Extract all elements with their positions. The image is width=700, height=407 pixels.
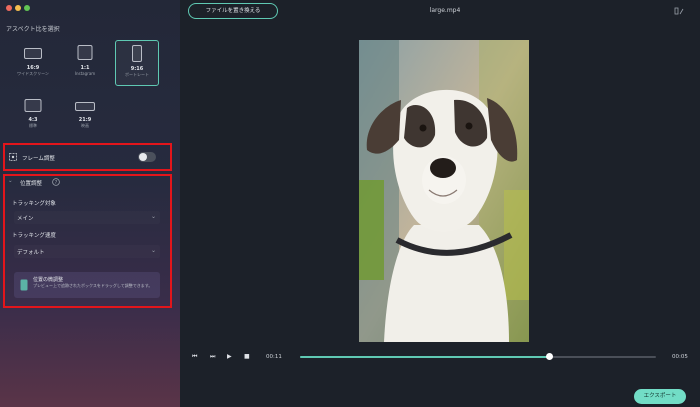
timeline-progress — [300, 356, 550, 358]
cinema-icon — [75, 102, 95, 111]
portrait-icon — [132, 45, 142, 62]
standard-icon — [24, 99, 42, 112]
aspect-option-16-9[interactable]: 16:9 ワイドスクリーン — [12, 40, 54, 84]
minimize-window-button[interactable] — [15, 5, 21, 11]
skip-back-button[interactable]: ⏮ — [192, 353, 197, 361]
chevron-down-icon: ⌄ — [150, 247, 156, 254]
aspect-ratio-title: アスペクト比を選択 — [6, 26, 60, 33]
export-button[interactable]: エクスポート — [634, 389, 686, 404]
tracking-speed-label: トラッキング速度 — [12, 233, 56, 239]
sidebar: アスペクト比を選択 16:9 ワイドスクリーン 1:1 Instagram 9:… — [0, 0, 180, 407]
aspect-caption: Instagram — [74, 71, 96, 76]
position-hint-box: 位置の微調整 プレビュー上で追跡されたボックスをドラッグして調整できます。 — [14, 272, 160, 298]
step-forward-button[interactable]: ⏭ — [210, 353, 215, 361]
aspect-option-1-1[interactable]: 1:1 Instagram — [64, 40, 106, 84]
aspect-caption: 標準 — [29, 123, 37, 128]
aspect-caption: ポートレート — [125, 72, 149, 77]
close-window-button[interactable] — [6, 5, 12, 11]
frame-adjust-label: フレーム調整 — [22, 156, 55, 162]
stop-button[interactable]: ■ — [244, 353, 250, 360]
zoom-window-button[interactable] — [24, 5, 30, 11]
svg-text:?: ? — [55, 180, 58, 186]
timeline-thumb[interactable] — [545, 353, 553, 360]
aspect-option-4-3[interactable]: 4:3 標準 — [12, 92, 54, 136]
aspect-caption: ワイドスクリーン — [17, 71, 49, 76]
help-icon[interactable]: ? — [52, 178, 60, 186]
hint-title: 位置の微調整 — [33, 277, 64, 283]
current-time: 00:11 — [266, 354, 282, 360]
phone-icon — [20, 279, 28, 291]
aspect-option-21-9[interactable]: 21:9 映画 — [64, 92, 106, 136]
chevron-down-icon: ⌄ — [150, 213, 156, 220]
timeline-slider[interactable] — [300, 353, 656, 360]
widescreen-icon — [24, 48, 42, 59]
square-icon — [77, 45, 93, 60]
file-name: large.mp4 — [429, 7, 461, 14]
play-button[interactable]: ▶ — [227, 353, 232, 360]
video-preview[interactable] — [359, 40, 529, 342]
aspect-caption: 映画 — [81, 123, 89, 128]
tracking-speed-dropdown[interactable]: デフォルト ⌄ — [14, 245, 160, 258]
scan-icon[interactable] — [674, 7, 684, 15]
tracking-speed-value: デフォルト — [17, 250, 45, 256]
aspect-option-9-16[interactable]: 9:16 ポートレート — [115, 40, 159, 86]
hint-text: プレビュー上で追跡されたボックスをドラッグして調整できます。 — [33, 283, 153, 288]
tracking-target-label: トラッキング対象 — [12, 201, 56, 207]
total-time: 00:05 — [672, 354, 688, 360]
tracking-target-dropdown[interactable]: メイン ⌄ — [14, 211, 160, 224]
frame-adjust-toggle[interactable] — [138, 152, 156, 162]
frame-adjust-icon — [9, 153, 17, 161]
collapse-chevron-icon[interactable]: ⌄ — [8, 178, 13, 184]
replace-file-button[interactable]: ファイルを置き換える — [188, 3, 278, 19]
toggle-knob — [139, 153, 147, 161]
position-adjust-label: 位置調整 — [20, 181, 43, 187]
tracking-target-value: メイン — [17, 216, 34, 222]
